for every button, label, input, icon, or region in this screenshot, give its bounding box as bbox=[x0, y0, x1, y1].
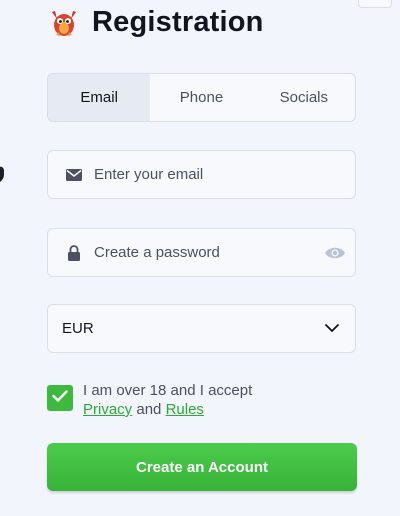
password-field[interactable] bbox=[47, 228, 356, 277]
consent-text: I am over 18 and I accept Privacy and Ru… bbox=[83, 381, 252, 419]
currency-select[interactable]: EUR bbox=[47, 304, 356, 353]
consent-statement: I am over 18 and I accept bbox=[83, 382, 253, 399]
consent-checkbox[interactable] bbox=[47, 385, 73, 411]
chevron-down-icon bbox=[325, 320, 339, 338]
create-account-button[interactable]: Create an Account bbox=[47, 443, 357, 491]
email-field[interactable] bbox=[47, 150, 356, 199]
currency-selected-value: EUR bbox=[62, 320, 94, 337]
registration-method-tabs: Email Phone Socials bbox=[47, 73, 356, 122]
page-title: Registration bbox=[92, 5, 264, 38]
header: Registration bbox=[46, 2, 264, 42]
bird-mascot-icon bbox=[46, 4, 82, 40]
password-input[interactable] bbox=[92, 228, 323, 277]
tab-phone[interactable]: Phone bbox=[150, 74, 252, 121]
checkmark-icon bbox=[52, 389, 68, 407]
lock-icon bbox=[64, 244, 84, 261]
age-consent: I am over 18 and I accept Privacy and Ru… bbox=[47, 381, 252, 419]
envelope-icon bbox=[64, 168, 84, 181]
email-input[interactable] bbox=[92, 150, 355, 199]
and-text: and bbox=[136, 401, 162, 418]
corner-button[interactable] bbox=[358, 0, 392, 8]
tab-email[interactable]: Email bbox=[48, 74, 151, 121]
tab-socials[interactable]: Socials bbox=[253, 74, 355, 121]
privacy-link[interactable]: Privacy bbox=[83, 401, 132, 418]
eye-icon[interactable] bbox=[323, 241, 347, 265]
edge-decoration bbox=[0, 164, 4, 184]
rules-link[interactable]: Rules bbox=[166, 401, 204, 418]
